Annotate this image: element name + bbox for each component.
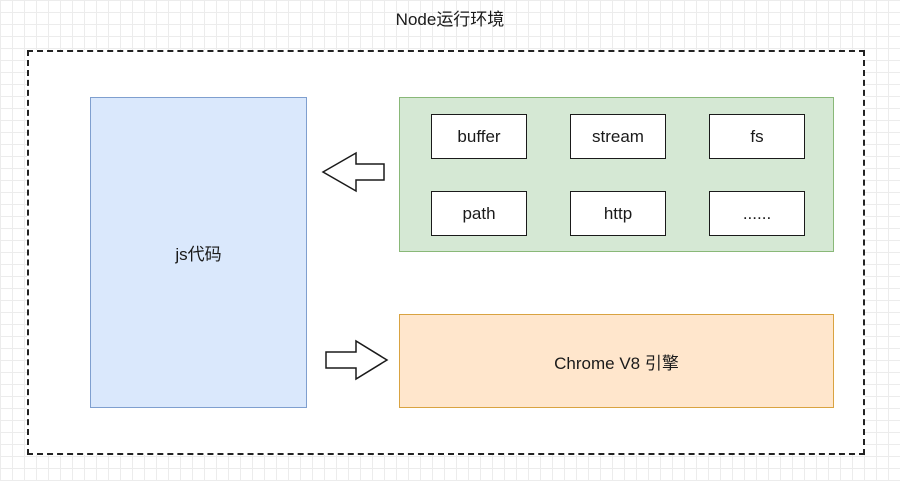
- module-box-fs: fs: [709, 114, 805, 159]
- module-box-more: ......: [709, 191, 805, 236]
- arrow-left-icon: [321, 151, 385, 193]
- module-box-http: http: [570, 191, 666, 236]
- module-label: fs: [750, 126, 764, 146]
- diagram-title: Node运行环境: [395, 10, 505, 29]
- module-box-stream: stream: [570, 114, 666, 159]
- module-box-path: path: [431, 191, 527, 236]
- module-box-buffer: buffer: [431, 114, 527, 159]
- module-label: buffer: [457, 126, 501, 146]
- module-label: path: [462, 203, 496, 223]
- module-label: ......: [742, 203, 772, 223]
- v8-engine-block: Chrome V8 引擎: [399, 314, 834, 408]
- module-label: http: [603, 203, 633, 223]
- v8-engine-label: Chrome V8 引擎: [554, 353, 679, 373]
- arrow-right-icon: [325, 339, 389, 381]
- js-code-block: js代码: [90, 97, 307, 408]
- module-label: stream: [592, 126, 644, 146]
- js-code-label: js代码: [175, 245, 222, 264]
